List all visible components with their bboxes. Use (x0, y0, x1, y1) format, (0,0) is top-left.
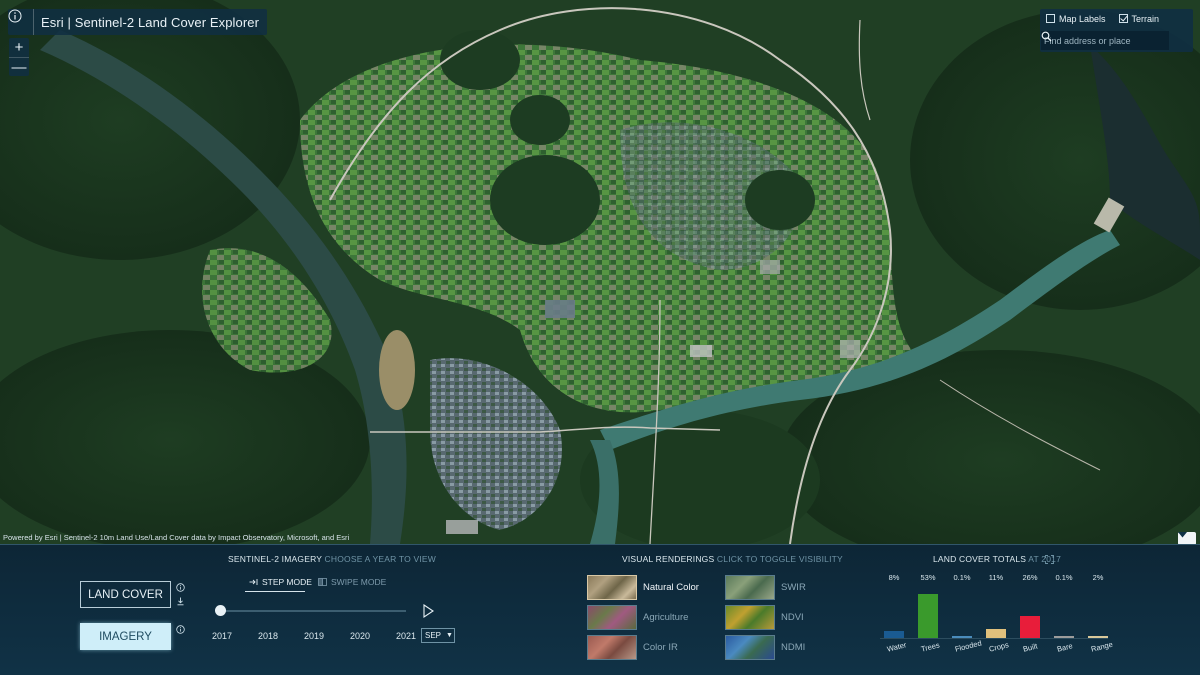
chevron-down-icon: ▼ (446, 632, 453, 639)
rendering-ndvi[interactable]: NDVI (725, 605, 804, 630)
rendering-swir[interactable]: SWIR (725, 575, 806, 600)
app-title-bar: Esri | Sentinel-2 Land Cover Explorer (8, 9, 268, 35)
search-button[interactable] (1041, 31, 1191, 50)
zoom-controls: + — (9, 38, 29, 76)
rendering-label: Agriculture (643, 612, 689, 623)
search-input[interactable] (1041, 31, 1169, 50)
bar-water[interactable] (884, 631, 904, 638)
rendering-label: Color IR (643, 642, 678, 653)
category-label-crops: Crops (988, 640, 1010, 654)
zoom-in-button[interactable]: + (9, 38, 29, 57)
swir-thumbnail (725, 575, 775, 600)
map-labels-toggle[interactable]: Map Labels (1046, 14, 1106, 24)
ndmi-thumbnail (725, 635, 775, 660)
year-slider-track[interactable] (220, 610, 406, 612)
step-mode-label: STEP MODE (262, 577, 312, 587)
totals-header: LAND COVER TOTALS AT 2017 (933, 554, 1061, 564)
category-label-range: Range (1090, 639, 1114, 654)
month-select[interactable]: SEP ▼ (421, 628, 455, 643)
terrain-checkbox[interactable] (1118, 14, 1128, 23)
category-label-water: Water (886, 640, 908, 654)
color-ir-thumbnail (587, 635, 637, 660)
year-label-2017[interactable]: 2017 (212, 631, 232, 641)
step-mode-icon (249, 579, 258, 585)
collapse-panel-button[interactable] (1178, 532, 1196, 544)
renderings-header: VISUAL RENDERINGS CLICK TO TOGGLE VISIBI… (622, 554, 843, 564)
agriculture-thumbnail (587, 605, 637, 630)
map-labels-checkbox[interactable] (1046, 14, 1055, 23)
natural-color-thumbnail (587, 575, 637, 600)
rendering-label: NDMI (781, 642, 806, 653)
app-title: Esri | Sentinel-2 Land Cover Explorer (41, 14, 260, 30)
info-icon[interactable] (8, 9, 34, 35)
value-label-flooded: 0.1% (953, 573, 971, 582)
search-icon (1041, 31, 1052, 42)
land-cover-info-icon[interactable] (176, 583, 185, 592)
land-cover-button[interactable]: LAND COVER (80, 581, 171, 608)
download-icon[interactable] (176, 597, 185, 606)
value-label-crops: 11% (988, 573, 1004, 582)
map-labels-label: Map Labels (1059, 13, 1106, 24)
value-label-water: 8% (888, 573, 900, 582)
value-label-bare: 0.1% (1055, 573, 1073, 582)
bar-trees[interactable] (918, 594, 938, 638)
value-label-range: 2% (1092, 573, 1104, 582)
imagery-button[interactable]: IMAGERY (80, 623, 171, 650)
expand-icon[interactable] (1045, 555, 1054, 564)
land-cover-explorer-app: Esri | Sentinel-2 Land Cover Explorer + … (0, 0, 1200, 675)
year-slider-thumb[interactable] (215, 605, 226, 616)
rendering-ndmi[interactable]: NDMI (725, 635, 805, 660)
imagery-header-title: SENTINEL-2 IMAGERY (228, 554, 322, 564)
renderings-header-hint: CLICK TO TOGGLE VISIBILITY (716, 554, 843, 564)
year-label-2020[interactable]: 2020 (350, 631, 370, 641)
category-label-flooded: Flooded (954, 638, 983, 654)
swipe-mode-icon (318, 578, 327, 586)
terrain-toggle[interactable]: Terrain (1118, 13, 1160, 24)
swipe-mode-tab[interactable]: SWIPE MODE (318, 577, 386, 587)
satellite-imagery (0, 0, 1200, 544)
category-label-bare: Bare (1056, 641, 1074, 654)
year-label-2018[interactable]: 2018 (258, 631, 278, 641)
swipe-mode-label: SWIPE MODE (331, 577, 387, 587)
category-label-built: Built (1022, 641, 1039, 654)
rendering-label: NDVI (781, 612, 804, 623)
bar-built[interactable] (1020, 616, 1040, 638)
imagery-info-icon[interactable] (176, 625, 185, 634)
rendering-label: Natural Color (643, 582, 699, 593)
satellite-map[interactable]: Esri | Sentinel-2 Land Cover Explorer + … (0, 0, 1200, 544)
map-options-panel: Map Labels Terrain (1040, 9, 1193, 52)
month-value: SEP (425, 631, 442, 640)
year-label-2019[interactable]: 2019 (304, 631, 324, 641)
step-mode-tab[interactable]: STEP MODE (249, 577, 312, 587)
value-label-trees: 53% (920, 573, 936, 582)
year-label-2021[interactable]: 2021 (396, 631, 416, 641)
value-label-built: 26% (1022, 573, 1038, 582)
active-mode-underline (245, 591, 305, 592)
ndvi-thumbnail (725, 605, 775, 630)
map-attribution: Powered by Esri | Sentinel-2 10m Land Us… (3, 533, 350, 542)
chevron-down-icon (1178, 532, 1187, 538)
category-label-trees: Trees (920, 640, 941, 654)
rendering-label: SWIR (781, 582, 806, 593)
search-box (1041, 31, 1192, 50)
layer-toggles: Map Labels Terrain (1040, 9, 1193, 28)
chart-baseline (880, 638, 1108, 639)
imagery-header: SENTINEL-2 IMAGERY CHOOSE A YEAR TO VIEW (228, 554, 436, 564)
rendering-color-ir[interactable]: Color IR (587, 635, 678, 660)
rendering-natural-color[interactable]: Natural Color (587, 575, 699, 600)
rendering-agriculture[interactable]: Agriculture (587, 605, 688, 630)
imagery-header-hint: CHOOSE A YEAR TO VIEW (324, 554, 436, 564)
bar-crops[interactable] (986, 629, 1006, 638)
totals-header-title: LAND COVER TOTALS (933, 554, 1027, 564)
renderings-header-title: VISUAL RENDERINGS (622, 554, 715, 564)
zoom-out-button[interactable]: — (9, 57, 29, 76)
play-icon[interactable] (420, 603, 436, 619)
bottom-panel: LAND COVER IMAGERY SENTINEL-2 IMAGERY CH… (0, 544, 1200, 675)
terrain-label: Terrain (1131, 13, 1160, 24)
